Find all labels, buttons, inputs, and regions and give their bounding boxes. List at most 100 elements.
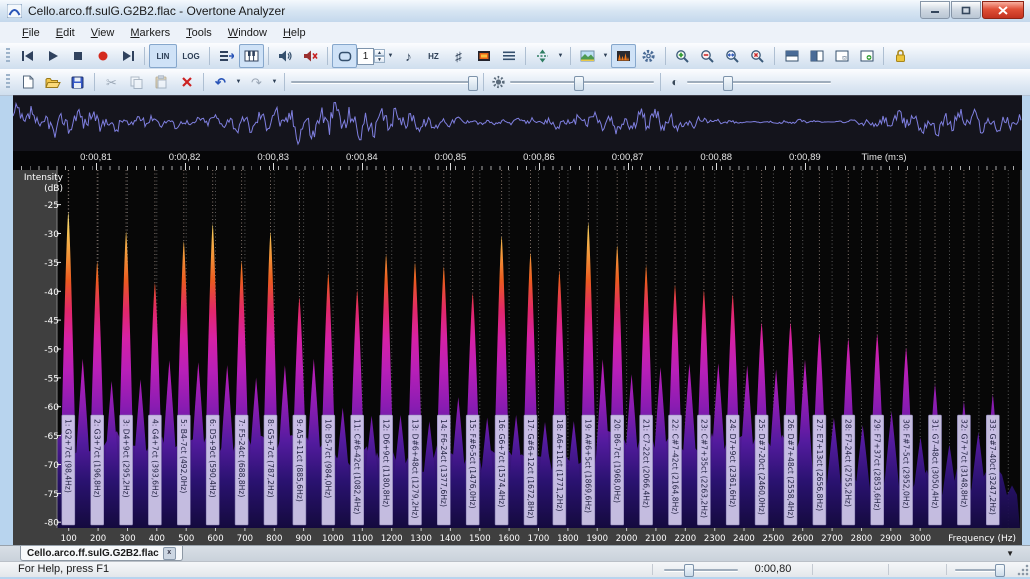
toolbar-grip[interactable]: [6, 48, 10, 64]
slider-thumb[interactable]: [574, 76, 585, 91]
slider-thumb[interactable]: [683, 564, 694, 577]
menu-item-view[interactable]: View: [83, 25, 123, 41]
status-time-slider[interactable]: [662, 561, 740, 579]
minimize-button[interactable]: [920, 1, 950, 19]
undo-button[interactable]: ↶: [208, 70, 233, 94]
skip-to-end-button[interactable]: [115, 44, 140, 68]
zoom-fit-width-button[interactable]: [720, 44, 745, 68]
music-note-icon: ♪: [405, 48, 412, 64]
contrast-slider[interactable]: [685, 73, 833, 91]
brightness-slider[interactable]: [508, 73, 656, 91]
paste-button[interactable]: [149, 70, 174, 94]
fit-vertical-dropdown[interactable]: ▼: [555, 46, 566, 66]
open-file-button[interactable]: [40, 70, 65, 94]
note-names-button[interactable]: ♪: [396, 44, 421, 68]
colormap-icon: [580, 50, 595, 62]
slider-track: [687, 81, 831, 83]
zoom-out-button[interactable]: [695, 44, 720, 68]
spectrum-plot[interactable]: 1: G2+7ct (98,4Hz) 2: G3+7ct (196,8Hz) 3: …: [13, 170, 1022, 545]
layout-vertical-split-button[interactable]: [804, 44, 829, 68]
title-bar: Cello.arco.ff.sulG.G2B2.flac - Overtone …: [0, 0, 1030, 23]
settings-button[interactable]: [636, 44, 661, 68]
peak-label: 19: A#6+5ct (1869,6Hz): [581, 414, 596, 526]
tab-list-dropdown[interactable]: ▼: [1006, 549, 1014, 558]
cut-button[interactable]: ✂: [99, 70, 124, 94]
maximize-button[interactable]: [951, 1, 981, 19]
log-scale-button[interactable]: LOG: [177, 44, 205, 68]
loop-count-value[interactable]: 1: [357, 47, 374, 65]
chevron-down-icon: ▼: [557, 53, 564, 59]
time-ruler[interactable]: 0:00,81 0:00,82 0:00,83 0:00,84 0:00,85 0:00,…: [13, 151, 1022, 171]
skip-to-start-button[interactable]: [15, 44, 40, 68]
new-document-icon: [22, 75, 33, 89]
slider-thumb[interactable]: [722, 76, 733, 91]
svg-text:1400: 1400: [440, 534, 462, 544]
delete-button[interactable]: [174, 70, 199, 94]
spinner-down-icon[interactable]: ▼: [374, 56, 385, 63]
spectrum-view-button[interactable]: [611, 44, 636, 68]
svg-text:1: G2+7ct (98,4Hz): 1: G2+7ct (98,4Hz): [64, 419, 73, 493]
layout-close-pane-button[interactable]: [829, 44, 854, 68]
linear-scale-button[interactable]: LIN: [149, 44, 177, 68]
toolbar-grip[interactable]: [6, 74, 10, 90]
save-file-button[interactable]: [65, 70, 90, 94]
layout-new-pane-button[interactable]: [854, 44, 879, 68]
menu-item-help[interactable]: Help: [275, 25, 314, 41]
slider-thumb[interactable]: [994, 564, 1005, 577]
layout-horizontal-split-button[interactable]: [779, 44, 804, 68]
mute-button[interactable]: [298, 44, 323, 68]
colormap-button[interactable]: [575, 44, 600, 68]
zoom-in-button[interactable]: [670, 44, 695, 68]
brightness-control: [488, 70, 508, 94]
loop-options-dropdown[interactable]: ▼: [385, 46, 396, 66]
menu-item-window[interactable]: Window: [220, 25, 275, 41]
peak-label: 11: C#6-42ct (1082,4Hz): [350, 414, 365, 526]
stop-button[interactable]: [65, 44, 90, 68]
document-tab-label: Cello.arco.ff.sulG.G2B2.flac: [27, 547, 159, 559]
play-button[interactable]: [40, 44, 65, 68]
spectrum-panel[interactable]: 1: G2+7ct (98,4Hz) 2: G3+7ct (196,8Hz) 3: …: [13, 170, 1022, 545]
zoom-reset-button[interactable]: [745, 44, 770, 68]
spectrogram-colors-button[interactable]: [471, 44, 496, 68]
loop-count-spinner[interactable]: 1 ▲ ▼: [357, 47, 385, 65]
svg-text:-30: -30: [44, 230, 59, 240]
audio-output-button[interactable]: [273, 44, 298, 68]
resize-grip[interactable]: [1017, 564, 1029, 576]
colormap-dropdown[interactable]: ▼: [600, 46, 611, 66]
redo-history-dropdown[interactable]: ▼: [269, 72, 280, 92]
playback-position-slider[interactable]: [289, 73, 479, 91]
peak-label: 9: A5+11ct (885,6Hz): [292, 414, 307, 526]
loop-toggle-button[interactable]: [332, 44, 357, 68]
redo-arrow-icon: ↷: [251, 74, 262, 90]
menu-item-markers[interactable]: Markers: [122, 25, 178, 41]
svg-text:Frequency (Hz): Frequency (Hz): [948, 534, 1016, 544]
record-button[interactable]: [90, 44, 115, 68]
undo-history-dropdown[interactable]: ▼: [233, 72, 244, 92]
spinner-up-icon[interactable]: ▲: [374, 49, 385, 56]
frequency-unit-button[interactable]: HZ: [421, 44, 446, 68]
menu-item-edit[interactable]: Edit: [48, 25, 83, 41]
tab-close-icon[interactable]: x: [162, 546, 176, 560]
lock-view-button[interactable]: [888, 44, 913, 68]
close-button[interactable]: [982, 1, 1024, 19]
waveform-plot: [12, 96, 1022, 152]
menu-item-tools[interactable]: Tools: [178, 25, 220, 41]
copy-button[interactable]: [124, 70, 149, 94]
status-bar: For Help, press F1 0:00,80: [0, 561, 1030, 577]
new-file-button[interactable]: [15, 70, 40, 94]
gear-icon: [642, 49, 655, 63]
grid-lines-button[interactable]: [496, 44, 521, 68]
slider-thumb[interactable]: [468, 76, 479, 91]
status-zoom-slider[interactable]: [953, 561, 1005, 579]
accidentals-button[interactable]: ♯: [446, 44, 471, 68]
fit-vertical-button[interactable]: [530, 44, 555, 68]
svg-text:1200: 1200: [381, 534, 403, 544]
keyboard-view-button[interactable]: [239, 44, 264, 68]
redo-button[interactable]: ↷: [244, 70, 269, 94]
marker-list-button[interactable]: [214, 44, 239, 68]
document-tab[interactable]: Cello.arco.ff.sulG.G2B2.flac x: [20, 546, 183, 561]
waveform-panel[interactable]: [12, 95, 1022, 152]
menu-item-file[interactable]: File: [14, 25, 48, 41]
time-tick: [539, 163, 540, 170]
new-pane-icon: [860, 50, 873, 62]
